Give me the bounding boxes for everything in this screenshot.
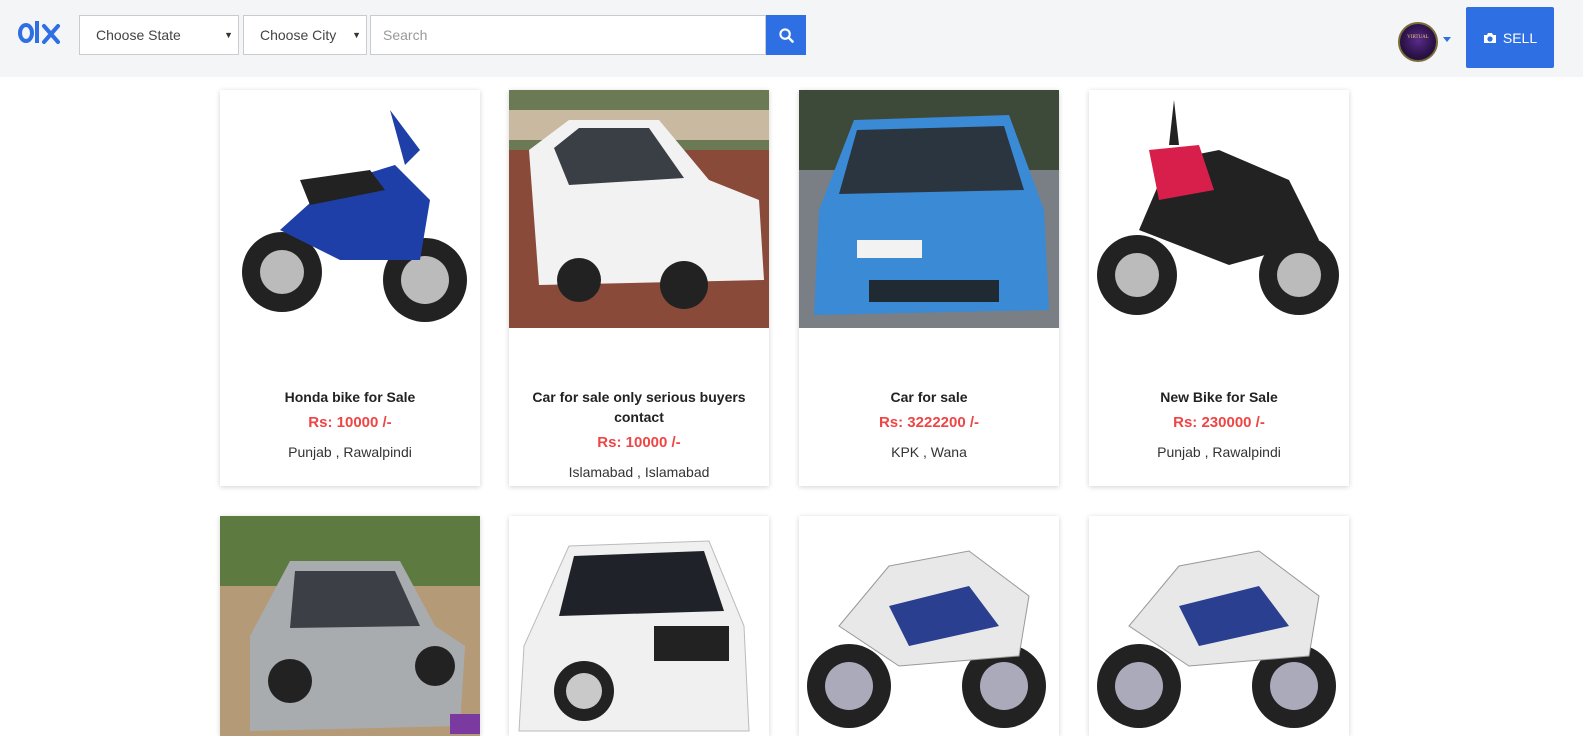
- listing-card[interactable]: [220, 516, 480, 736]
- chevron-down-icon: ▼: [224, 30, 233, 40]
- search-icon: [778, 27, 794, 43]
- listing-info: Honda bike for Sale Rs: 10000 /- Punjab …: [230, 387, 470, 462]
- state-select-label: Choose State: [96, 27, 181, 43]
- city-select[interactable]: Choose City ▼: [243, 15, 367, 55]
- search-input[interactable]: [370, 15, 766, 55]
- chevron-down-icon[interactable]: [1443, 37, 1451, 42]
- listing-image: [1089, 90, 1349, 328]
- listing-location: Islamabad , Islamabad: [568, 464, 710, 480]
- listing-location: KPK , Wana: [891, 444, 967, 460]
- listing-card[interactable]: Car for sale only serious buyers contact…: [509, 90, 769, 486]
- listing-location: Punjab , Rawalpindi: [1157, 444, 1281, 460]
- listing-card[interactable]: [799, 516, 1059, 736]
- camera-icon: [1483, 32, 1496, 43]
- listing-image: [509, 516, 769, 736]
- listing-title[interactable]: Honda bike for Sale: [230, 387, 470, 407]
- listing-card[interactable]: [1089, 516, 1349, 736]
- listing-image: [509, 90, 769, 328]
- listing-image: [799, 90, 1059, 328]
- listing-card[interactable]: New Bike for Sale Rs: 230000 /- Punjab ,…: [1089, 90, 1349, 486]
- listing-card[interactable]: Honda bike for Sale Rs: 10000 /- Punjab …: [220, 90, 480, 486]
- listing-card[interactable]: Car for sale Rs: 3222200 /- KPK , Wana: [799, 90, 1059, 486]
- listing-price: Rs: 3222200 /-: [878, 414, 980, 431]
- avatar[interactable]: VIRTUAL: [1398, 22, 1438, 62]
- listing-price: Rs: 10000 /-: [597, 434, 681, 451]
- listing-image: [220, 90, 480, 328]
- listing-image: [1089, 516, 1349, 736]
- listing-info: New Bike for Sale Rs: 230000 /- Punjab ,…: [1099, 387, 1339, 462]
- search-button[interactable]: [766, 15, 806, 55]
- sell-label: SELL: [1502, 29, 1538, 46]
- sell-button[interactable]: SELL: [1466, 7, 1554, 68]
- listing-image: [799, 516, 1059, 736]
- listing-title[interactable]: Car for sale only serious buyers contact: [519, 387, 759, 427]
- state-select[interactable]: Choose State ▼: [79, 15, 239, 55]
- olx-logo[interactable]: [18, 16, 62, 48]
- listing-price: Rs: 230000 /-: [1173, 414, 1265, 431]
- listing-card[interactable]: [509, 516, 769, 736]
- listing-image: [220, 516, 480, 736]
- listing-title[interactable]: Car for sale: [809, 387, 1049, 407]
- listing-location: Punjab , Rawalpindi: [288, 444, 412, 460]
- header-bar: Choose State ▼ Choose City ▼ VIRTUAL SEL…: [0, 0, 1583, 77]
- listing-price: Rs: 10000 /-: [308, 414, 392, 431]
- avatar-text: VIRTUAL: [1407, 35, 1429, 40]
- city-select-label: Choose City: [260, 27, 337, 43]
- listing-info: Car for sale Rs: 3222200 /- KPK , Wana: [809, 387, 1049, 462]
- listing-title[interactable]: New Bike for Sale: [1099, 387, 1339, 407]
- chevron-down-icon: ▼: [352, 30, 361, 40]
- listing-info: Car for sale only serious buyers contact…: [519, 387, 759, 482]
